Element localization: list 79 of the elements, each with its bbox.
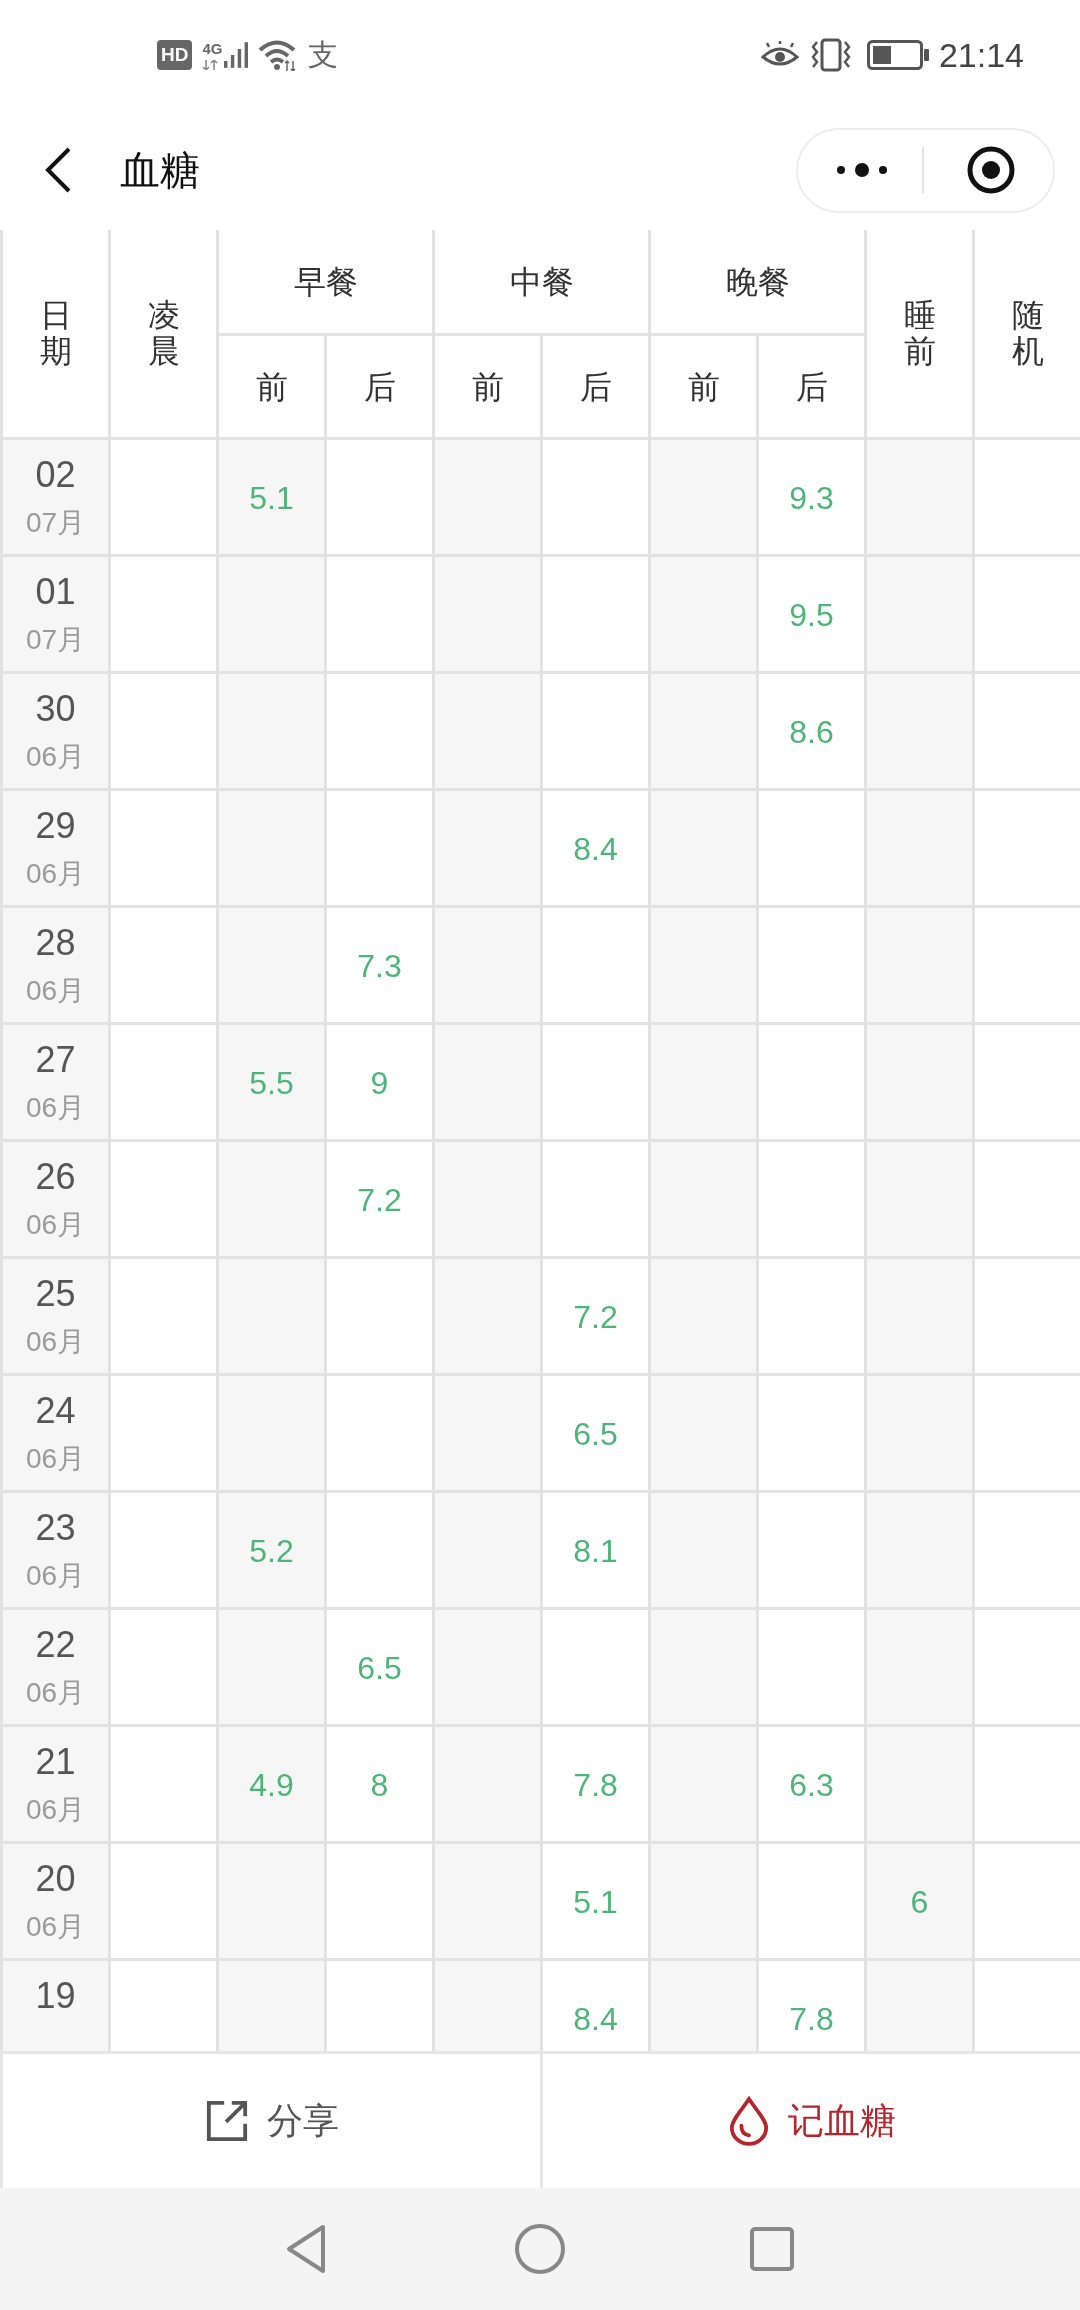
hd-badge: HD bbox=[157, 40, 193, 70]
column-header: 随机 bbox=[975, 230, 1080, 437]
column-group-header: 晚餐 bbox=[651, 230, 864, 333]
day-text: 30 bbox=[35, 687, 76, 731]
month-text: 06月 bbox=[25, 1559, 86, 1593]
table-cell: 7.3 bbox=[327, 908, 432, 1022]
page-title: 血糖 bbox=[120, 147, 200, 194]
drop-icon bbox=[727, 2096, 770, 2146]
day-text: 20 bbox=[35, 1857, 76, 1901]
status-time: 21:14 bbox=[938, 35, 1024, 75]
month-text: 07月 bbox=[25, 506, 86, 540]
table-cell: 8.4 bbox=[543, 1961, 648, 2051]
month-text: 07月 bbox=[25, 623, 86, 657]
table-cell: 7.8 bbox=[543, 1727, 648, 1841]
signal-icon bbox=[224, 40, 249, 70]
column-header: 前 bbox=[435, 336, 540, 437]
nav-back-icon[interactable] bbox=[285, 2223, 327, 2275]
back-icon[interactable] bbox=[44, 147, 72, 193]
day-text: 26 bbox=[35, 1155, 76, 1199]
table-cell: 6.5 bbox=[543, 1376, 648, 1490]
table-cell: 8 bbox=[327, 1727, 432, 1841]
day-text: 29 bbox=[35, 804, 76, 848]
month-text: 06月 bbox=[25, 1793, 86, 1827]
notification-glyph: 支 bbox=[308, 38, 339, 72]
table-cell: 7.2 bbox=[327, 1142, 432, 1256]
day-text: 02 bbox=[35, 453, 76, 497]
table-cell: 6.5 bbox=[327, 1610, 432, 1724]
column-header: 后 bbox=[543, 336, 648, 437]
table-cell: 5.5 bbox=[219, 1025, 324, 1139]
day-text: 24 bbox=[35, 1389, 76, 1433]
recents-icon[interactable] bbox=[749, 2226, 795, 2272]
day-text: 23 bbox=[35, 1506, 76, 1550]
table-cell: 5.1 bbox=[543, 1844, 648, 1958]
table-cell: 7.2 bbox=[543, 1259, 648, 1373]
column-header: 后 bbox=[327, 336, 432, 437]
table-cell: 9.5 bbox=[759, 557, 864, 671]
table-cell: 8.4 bbox=[543, 791, 648, 905]
more-icon[interactable] bbox=[836, 162, 888, 178]
month-text: 06月 bbox=[25, 1208, 86, 1242]
day-text: 22 bbox=[35, 1623, 76, 1667]
month-text: 06月 bbox=[25, 857, 86, 891]
table-cell: 5.2 bbox=[219, 1493, 324, 1607]
month-text: 06月 bbox=[25, 1676, 86, 1710]
column-header: 后 bbox=[759, 336, 864, 437]
table-cell: 8.6 bbox=[759, 674, 864, 788]
wifi-icon bbox=[258, 39, 299, 71]
month-text: 06月 bbox=[25, 1910, 86, 1944]
share-icon bbox=[204, 2099, 249, 2143]
day-text: 19 bbox=[35, 1974, 76, 2018]
column-header: 前 bbox=[219, 336, 324, 437]
table-cell: 5.1 bbox=[219, 440, 324, 554]
column-header: 凌晨 bbox=[111, 230, 216, 437]
table-cell: 6.3 bbox=[759, 1727, 864, 1841]
column-group-header: 早餐 bbox=[219, 230, 432, 333]
column-header: 前 bbox=[651, 336, 756, 437]
table-cell: 8.1 bbox=[543, 1493, 648, 1607]
month-text: 06月 bbox=[25, 974, 86, 1008]
network-type-text: 4G bbox=[202, 40, 223, 57]
day-text: 01 bbox=[35, 570, 76, 614]
month-text: 06月 bbox=[25, 1442, 86, 1476]
day-text: 27 bbox=[35, 1038, 76, 1082]
month-text: 06月 bbox=[25, 1325, 86, 1359]
home-icon[interactable] bbox=[514, 2223, 566, 2275]
data-arrows-icon bbox=[202, 59, 219, 70]
column-header: 睡前 bbox=[867, 230, 972, 437]
month-text: 06月 bbox=[25, 740, 86, 774]
month-text: 06月 bbox=[25, 1091, 86, 1125]
table-cell: 4.9 bbox=[219, 1727, 324, 1841]
day-text: 21 bbox=[35, 1740, 76, 1784]
battery-icon bbox=[866, 40, 929, 70]
column-group-header: 中餐 bbox=[435, 230, 648, 333]
table-cell: 6 bbox=[867, 1844, 972, 1958]
column-header: 日期 bbox=[3, 230, 108, 437]
table-cell: 9 bbox=[327, 1025, 432, 1139]
day-text: 25 bbox=[35, 1272, 76, 1316]
table-cell: 9.3 bbox=[759, 440, 864, 554]
target-icon[interactable] bbox=[966, 145, 1016, 195]
table-cell: 7.8 bbox=[759, 1961, 864, 2051]
day-text: 28 bbox=[35, 921, 76, 965]
